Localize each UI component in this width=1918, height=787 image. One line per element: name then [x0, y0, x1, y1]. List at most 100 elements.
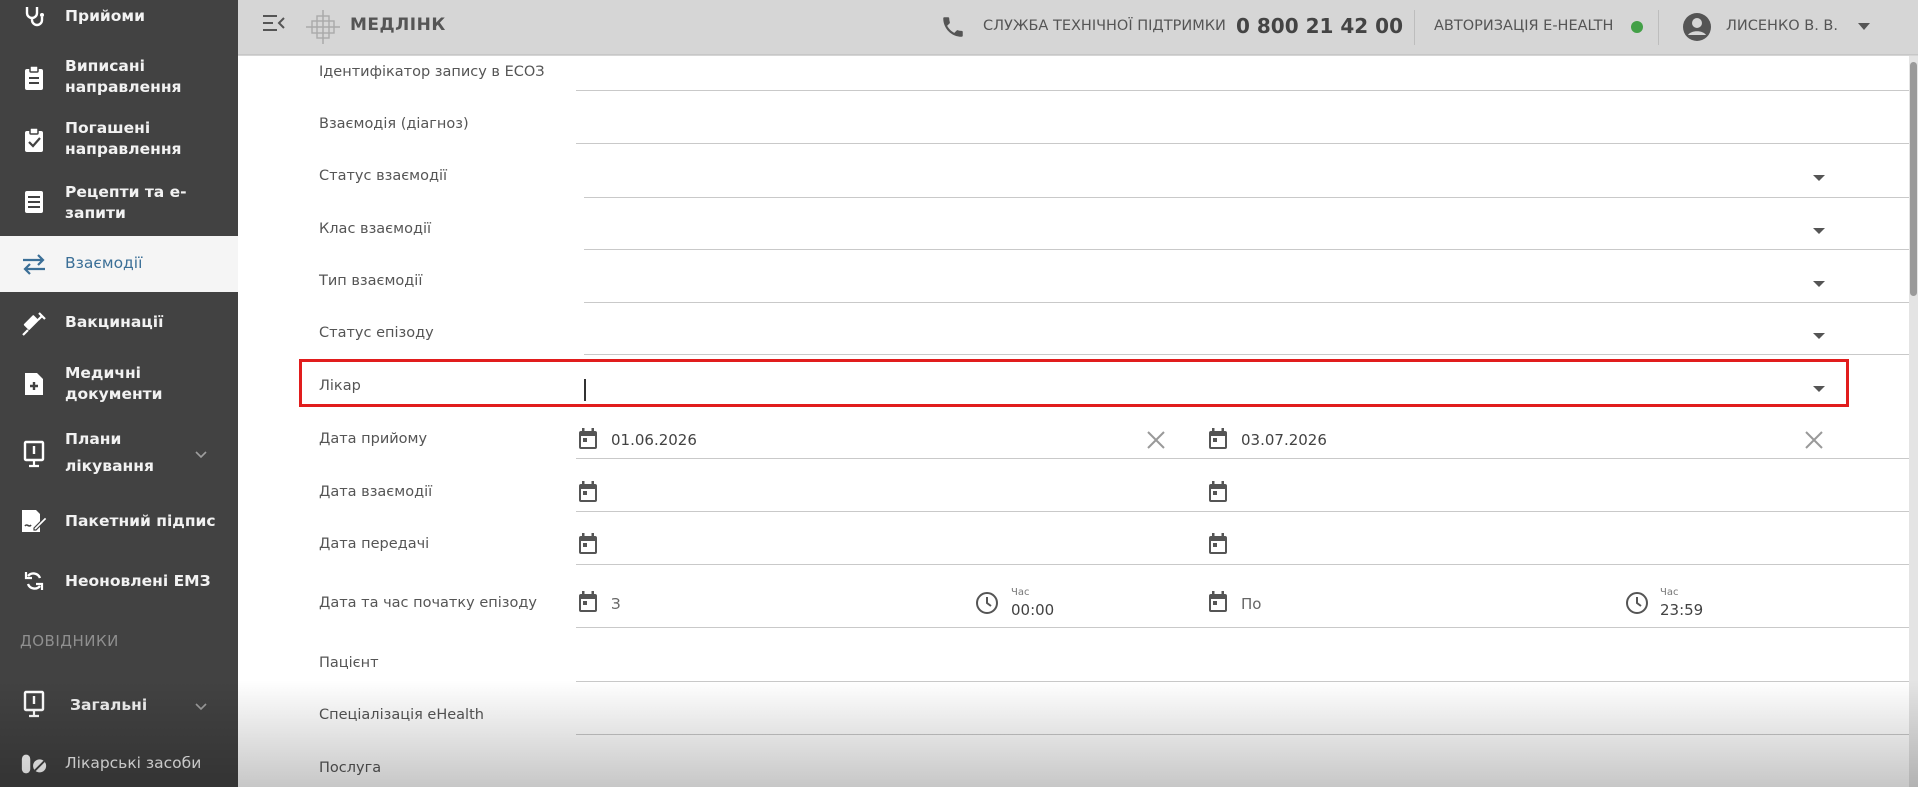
plan-board-icon — [20, 690, 48, 718]
visit-date-to-value[interactable]: 03.07.2026 — [1241, 431, 1327, 449]
sidebar: Прийоми Виписані направлення Погашені на… — [0, 0, 238, 787]
brand-logo-icon — [304, 8, 342, 46]
sidebar-item-label: Рецепти та е-запити — [65, 183, 187, 222]
user-name[interactable]: ЛИСЕНКО В. В. — [1726, 18, 1838, 34]
sidebar-item-medicines[interactable]: Лікарські засоби — [0, 744, 238, 784]
header-divider — [1658, 10, 1659, 45]
calendar-icon[interactable] — [1206, 590, 1230, 614]
dropdown-arrow-icon[interactable] — [1813, 228, 1825, 234]
clear-icon[interactable] — [1145, 429, 1167, 451]
clipboard-check-icon — [20, 126, 48, 154]
calendar-icon[interactable] — [576, 590, 600, 614]
record-id-input[interactable] — [576, 90, 1918, 91]
calendar-icon[interactable] — [576, 427, 600, 451]
sidebar-item-redeemed-referrals[interactable]: Погашені направлення — [0, 114, 238, 166]
syringe-icon — [20, 310, 48, 338]
time-label: Час — [1660, 587, 1679, 598]
sidebar-item-interactions[interactable]: Взаємодії — [0, 236, 238, 292]
dropdown-arrow-icon[interactable] — [1813, 333, 1825, 339]
user-menu-chevron-icon[interactable] — [1858, 23, 1870, 30]
episode-to-placeholder[interactable]: По — [1241, 595, 1261, 613]
sidebar-item-label: Взаємодії — [65, 254, 143, 272]
interaction-date-label: Дата взаємодії — [319, 484, 433, 500]
transfer-date-label: Дата передачі — [319, 536, 430, 552]
support-phone[interactable]: 0 800 21 42 00 — [1236, 14, 1403, 38]
diagnosis-input[interactable] — [576, 143, 1918, 144]
document-list-icon — [20, 188, 48, 216]
transfer-date-to-input[interactable] — [1204, 564, 1918, 565]
dropdown-arrow-icon[interactable] — [1813, 175, 1825, 181]
sidebar-item-label: Лікарські засоби — [65, 754, 202, 772]
medical-document-icon — [20, 370, 48, 398]
sidebar-item-label: Пакетний підпис — [65, 512, 216, 530]
plan-board-icon — [20, 440, 48, 468]
interaction-date-to-input[interactable] — [1204, 511, 1918, 512]
sidebar-item-treatment-plans[interactable]: Плани лікування — [0, 422, 238, 484]
phone-icon — [940, 14, 966, 40]
clear-icon[interactable] — [1803, 429, 1825, 451]
episode-to-input[interactable] — [1204, 627, 1918, 628]
header-divider — [1414, 10, 1415, 45]
episode-from-placeholder[interactable]: З — [611, 595, 621, 613]
sidebar-section-title: ДОВІДНИКИ — [20, 632, 119, 650]
filter-form: Ідентифікатор запису в ЕСОЗ Взаємодія (д… — [238, 56, 1918, 787]
visit-date-label: Дата прийому — [319, 431, 428, 447]
sidebar-item-label: Плани лікування — [65, 430, 154, 475]
scrollbar-track[interactable] — [1909, 56, 1918, 787]
time-label: Час — [1011, 587, 1030, 598]
sidebar-item-medical-documents[interactable]: Медичні документи — [0, 358, 238, 410]
clock-icon[interactable] — [1625, 591, 1649, 615]
sync-icon — [20, 567, 48, 595]
support-label: СЛУЖБА ТЕХНІЧНОЇ ПІДТРИМКИ — [983, 18, 1226, 34]
episode-time-to-value[interactable]: 23:59 — [1660, 601, 1703, 619]
visit-date-to-input[interactable] — [1204, 458, 1918, 459]
sidebar-item-appointments[interactable]: Прийоми — [0, 0, 238, 34]
swap-arrows-icon — [20, 250, 48, 278]
episode-start-label: Дата та час початку епізоду — [319, 595, 537, 611]
interaction-type-label: Тип взаємодії — [319, 273, 423, 289]
episode-time-from-value[interactable]: 00:00 — [1011, 601, 1054, 619]
collapse-menu-icon[interactable] — [262, 14, 286, 32]
text-cursor — [584, 379, 586, 401]
sidebar-item-label: Медичні документи — [65, 364, 163, 403]
doctor-field-highlight — [299, 359, 1849, 407]
sidebar-item-issued-referrals[interactable]: Виписані направлення — [0, 50, 238, 102]
sidebar-item-vaccinations[interactable]: Вакцинації — [0, 302, 238, 344]
signature-icon — [20, 507, 48, 535]
dropdown-arrow-icon[interactable] — [1813, 281, 1825, 287]
calendar-icon[interactable] — [576, 480, 600, 504]
episode-status-select[interactable] — [584, 354, 1918, 355]
patient-label: Пацієнт — [319, 655, 379, 671]
doctor-label: Лікар — [319, 378, 361, 394]
sidebar-item-general[interactable]: Загальні — [0, 684, 238, 726]
auth-status-dot — [1631, 21, 1643, 33]
chevron-down-icon[interactable] — [194, 446, 208, 460]
calendar-icon[interactable] — [1206, 532, 1230, 556]
patient-input[interactable] — [576, 681, 1918, 682]
diagnosis-label: Взаємодія (діагноз) — [319, 116, 469, 132]
interaction-class-select[interactable] — [584, 249, 1918, 250]
interaction-status-label: Статус взаємодії — [319, 168, 448, 184]
user-avatar-icon[interactable] — [1682, 12, 1712, 42]
ehealth-auth-label[interactable]: АВТОРИЗАЦІЯ E-HEALTH — [1434, 18, 1613, 34]
clock-icon[interactable] — [975, 591, 999, 615]
specialization-input[interactable] — [576, 734, 1918, 735]
stethoscope-icon — [20, 2, 48, 30]
interaction-status-select[interactable] — [584, 197, 1918, 198]
calendar-icon[interactable] — [1206, 480, 1230, 504]
chevron-down-icon[interactable] — [194, 698, 208, 712]
top-header: МЕДЛІНК СЛУЖБА ТЕХНІЧНОЇ ПІДТРИМКИ 0 800… — [238, 0, 1918, 55]
visit-date-from-value[interactable]: 01.06.2026 — [611, 431, 697, 449]
brand-name: МЕДЛІНК — [350, 15, 446, 35]
sidebar-item-label: Вакцинації — [65, 313, 164, 331]
sidebar-item-prescriptions[interactable]: Рецепти та е-запити — [0, 176, 238, 228]
calendar-icon[interactable] — [576, 532, 600, 556]
clipboard-icon — [20, 64, 48, 92]
scrollbar-thumb[interactable] — [1910, 62, 1917, 296]
dropdown-arrow-icon[interactable] — [1813, 386, 1825, 392]
interaction-type-select[interactable] — [584, 302, 1918, 303]
sidebar-item-label: Погашені направлення — [65, 119, 182, 158]
sidebar-item-unupdated-emr[interactable]: Неоновлені ЕМЗ — [0, 560, 238, 602]
calendar-icon[interactable] — [1206, 427, 1230, 451]
sidebar-item-batch-signing[interactable]: Пакетний підпис — [0, 500, 238, 542]
